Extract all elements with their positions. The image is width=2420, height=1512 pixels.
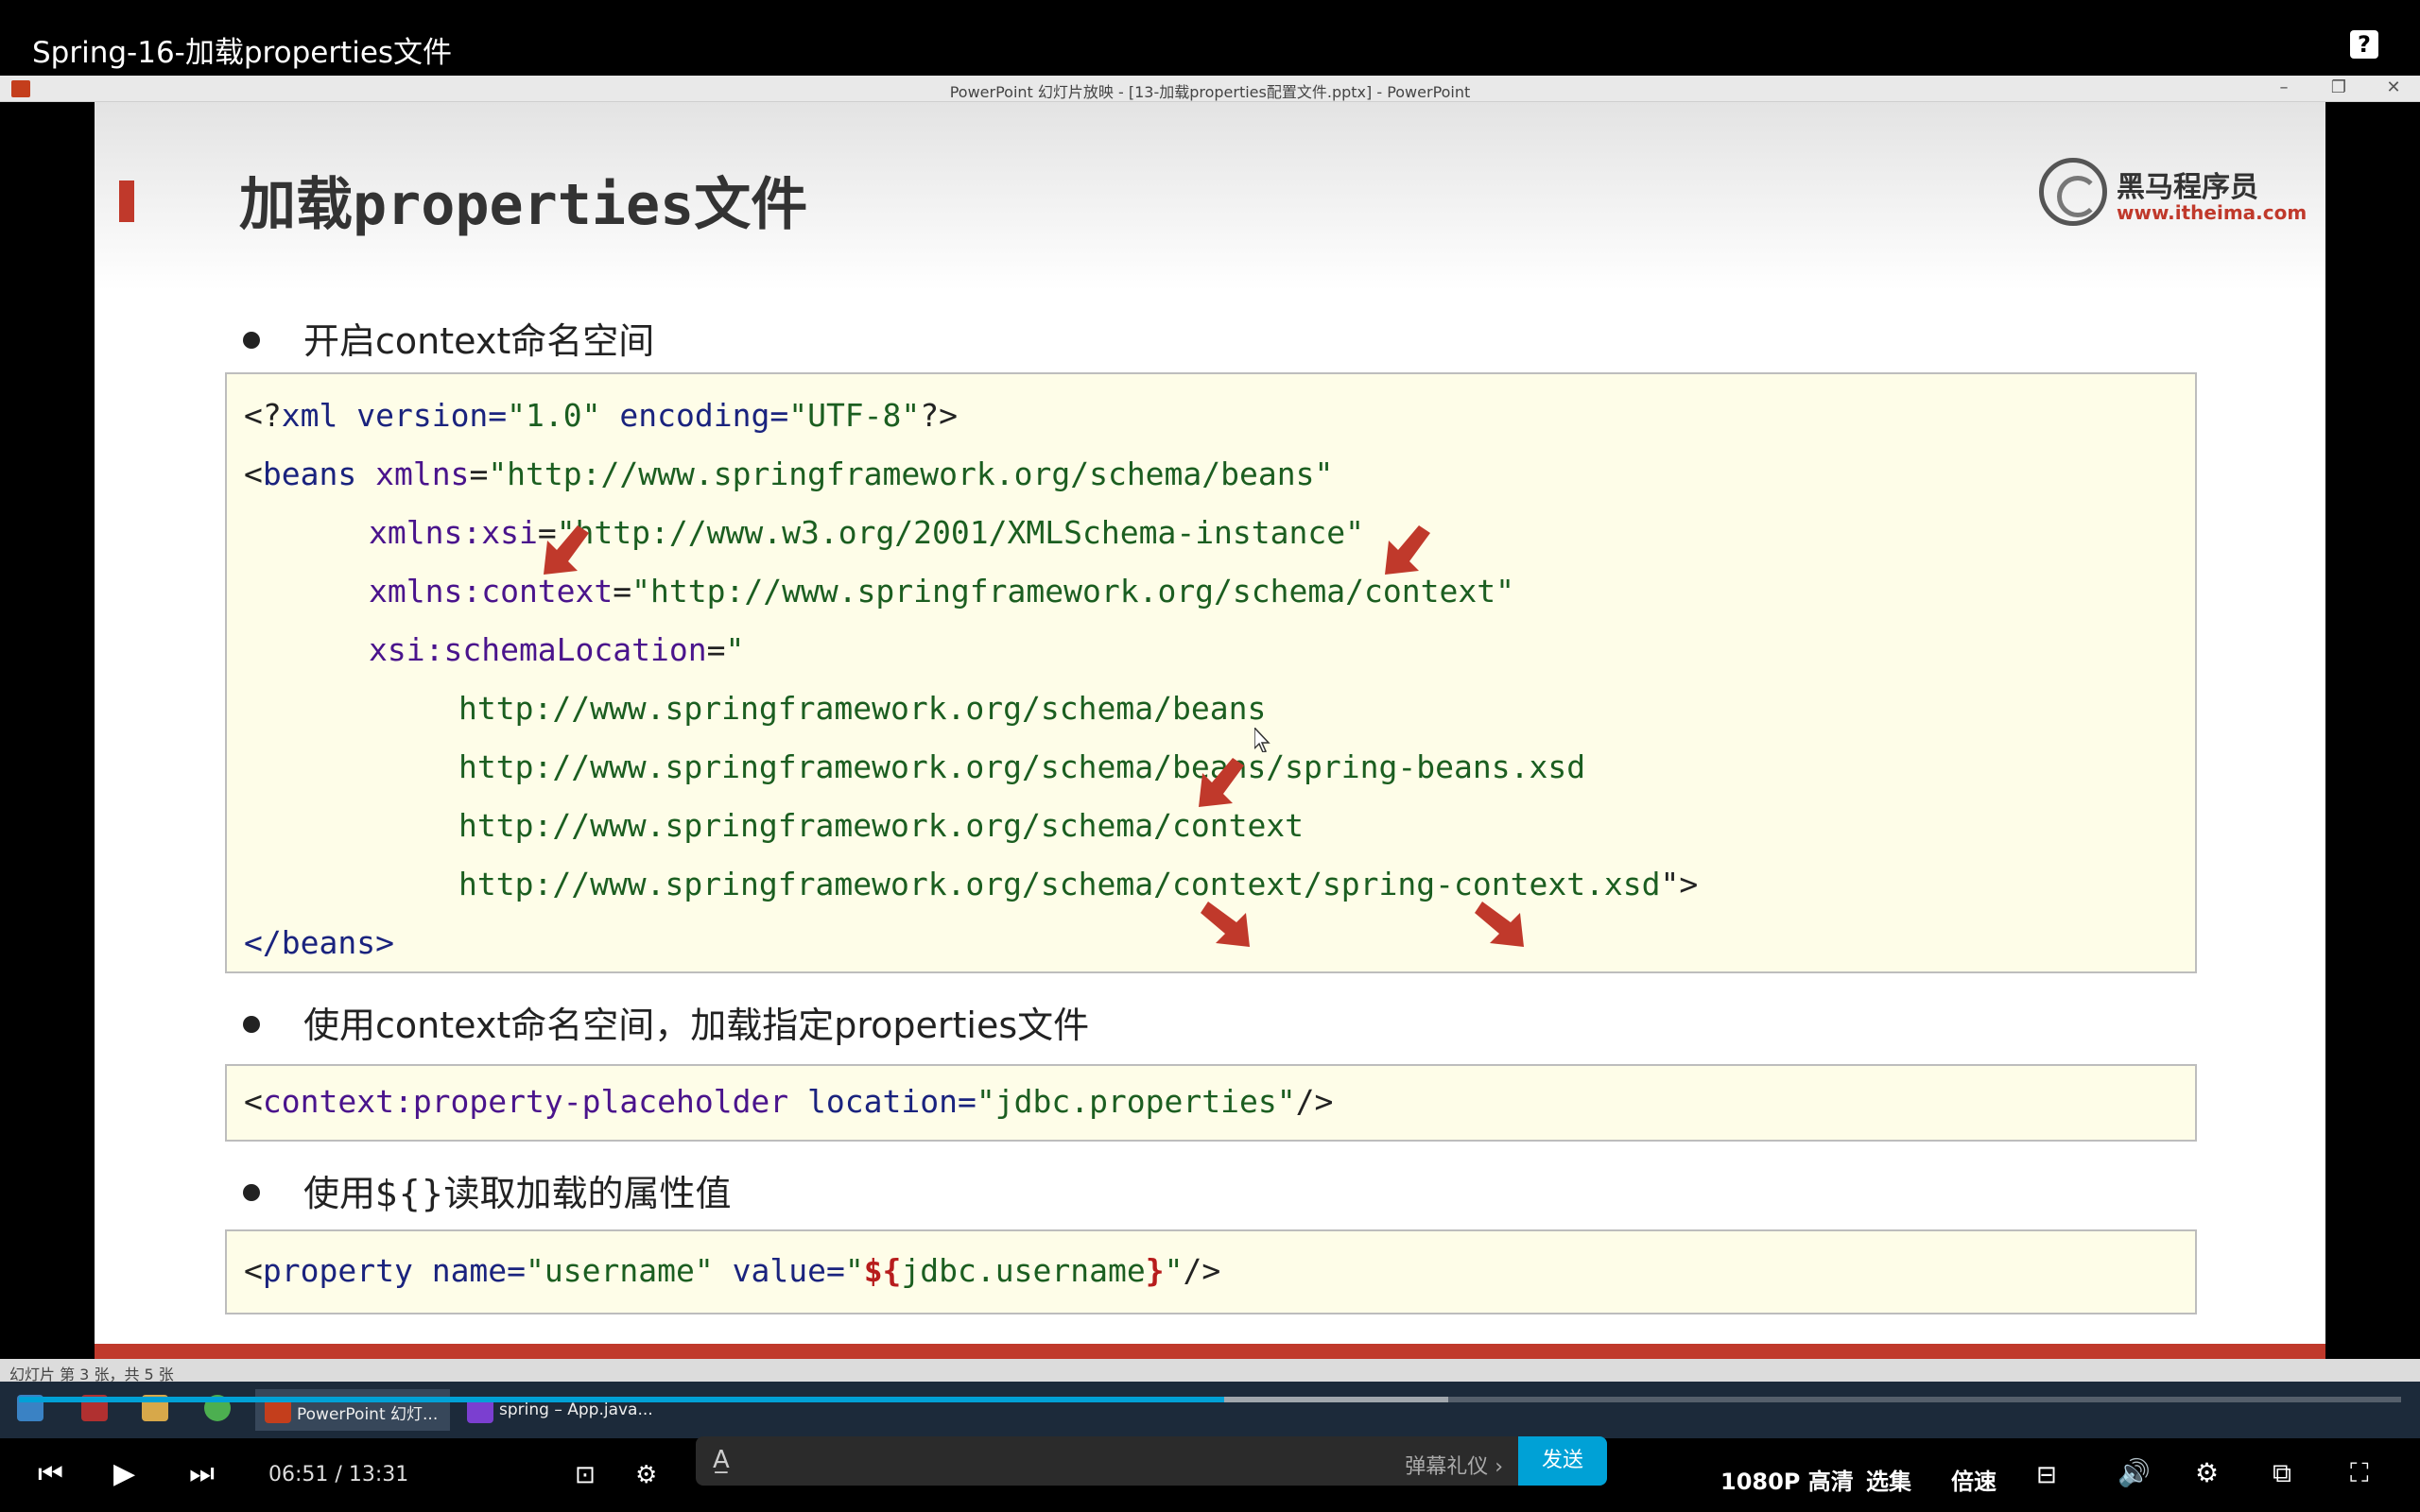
taskbar-powerpoint[interactable]: PowerPoint 幻灯... <box>255 1389 450 1431</box>
speed-button[interactable]: 倍速 <box>1951 1463 1996 1496</box>
mouse-cursor-icon <box>1254 728 1270 752</box>
progress-played <box>19 1397 1225 1402</box>
bullet-dot-icon <box>243 1183 260 1201</box>
code-line-1: <?xml version="1.0" encoding="UTF-8"?> <box>244 397 959 434</box>
episodes-button[interactable]: 选集 <box>1866 1463 1911 1496</box>
code-block-placeholder: <context:property-placeholder location="… <box>225 1064 2197 1142</box>
code-line-7: http://www.springframework.org/schema/be… <box>458 748 1586 785</box>
close-button[interactable]: ✕ <box>2375 77 2412 98</box>
bullet-text: 使用${}读取加载的属性值 <box>303 1173 732 1214</box>
horse-logo-icon <box>2039 158 2107 226</box>
bullet-load-properties: 使用context命名空间，加载指定properties文件 <box>243 996 1089 1048</box>
bullet-open-context-namespace: 开启context命名空间 <box>243 312 654 364</box>
taskbar-label: PowerPoint 幻灯... <box>297 1405 439 1424</box>
danmaku-settings-icon[interactable]: ⚙ <box>635 1461 657 1489</box>
minimize-button[interactable]: – <box>2265 77 2303 98</box>
code-line-4: xmlns:context="http://www.springframewor… <box>369 573 1514 610</box>
video-title-bar: Spring-16-加载properties文件 ? <box>0 0 2420 76</box>
bullet-text: 使用context命名空间，加载指定properties文件 <box>303 1005 1090 1046</box>
annotation-arrow-icon <box>1201 902 1250 947</box>
logo-url: www.itheima.com <box>2117 201 2308 224</box>
code-block-property: <property name="username" value="${jdbc.… <box>225 1229 2197 1314</box>
annotation-arrow-icon <box>1199 758 1244 807</box>
subtitle-icon[interactable]: ⊟ <box>2036 1461 2057 1489</box>
taskbar-intellij[interactable]: spring – App.java... <box>458 1389 656 1431</box>
slide-footer-stripe <box>95 1344 2325 1359</box>
time-display: 06:51 / 13:31 <box>268 1463 409 1486</box>
code-line-property: <property name="username" value="${jdbc.… <box>244 1252 1221 1289</box>
slide: 加载properties文件 黑马程序员 www.itheima.com 开启c… <box>95 102 2325 1359</box>
powerpoint-title-bar: PowerPoint 幻灯片放映 - [13-加载properties配置文件.… <box>0 76 2420 102</box>
title-accent-bar <box>119 180 134 222</box>
help-icon[interactable]: ? <box>2350 30 2378 59</box>
danmaku-etiquette-link[interactable]: 弹幕礼仪 › <box>1405 1450 1503 1480</box>
annotation-arrow-icon <box>1385 525 1430 575</box>
danmaku-toggle-icon[interactable]: ⊡ <box>575 1461 596 1489</box>
code-line-placeholder: <context:property-placeholder location="… <box>244 1083 1334 1120</box>
code-line-5: xsi:schemaLocation=" <box>369 631 745 668</box>
quality-button[interactable]: 1080P 高清 <box>1720 1463 1854 1496</box>
powerpoint-status-bar: 幻灯片 第 3 张，共 5 张 <box>0 1359 2420 1383</box>
volume-icon[interactable]: 🔊 <box>2118 1457 2151 1488</box>
danmaku-input-bar[interactable]: A̲ 弹幕礼仪 › 发送 <box>696 1436 1607 1486</box>
itheima-logo: 黑马程序员 www.itheima.com <box>2039 154 2307 230</box>
code-line-6: http://www.springframework.org/schema/be… <box>458 690 1267 727</box>
bullet-text: 开启context命名空间 <box>303 320 655 362</box>
bullet-dot-icon <box>243 331 260 349</box>
play-icon[interactable]: ▶ <box>113 1457 135 1490</box>
slide-title: 加载properties文件 <box>239 172 808 238</box>
picture-in-picture-icon[interactable]: ⧉ <box>2273 1457 2291 1489</box>
annotation-arrow-icon <box>1475 902 1524 947</box>
bullet-read-values: 使用${}读取加载的属性值 <box>243 1164 732 1216</box>
danmaku-style-icon[interactable]: A̲ <box>713 1446 730 1474</box>
code-line-2: <beans xmlns="http://www.springframework… <box>244 455 1334 492</box>
video-title: Spring-16-加载properties文件 <box>32 36 453 70</box>
settings-icon[interactable]: ⚙ <box>2195 1457 2219 1488</box>
next-icon[interactable]: ⏭ <box>189 1457 215 1490</box>
send-button[interactable]: 发送 <box>1518 1436 1607 1486</box>
code-line-10: </beans> <box>244 924 394 961</box>
bullet-dot-icon <box>243 1015 260 1033</box>
taskbar-label: spring – App.java... <box>499 1400 653 1419</box>
code-block-xml-namespace: <?xml version="1.0" encoding="UTF-8"?> <… <box>225 372 2197 973</box>
previous-icon[interactable]: ⏮ <box>38 1457 63 1490</box>
annotation-arrow-icon <box>544 525 589 575</box>
video-progress-bar[interactable] <box>19 1397 2401 1402</box>
code-line-8: http://www.springframework.org/schema/co… <box>458 807 1305 844</box>
windows-taskbar: PowerPoint 幻灯... spring – App.java... <box>0 1382 2420 1438</box>
restore-button[interactable]: ❐ <box>2320 77 2358 98</box>
logo-text: 黑马程序员 <box>2117 171 2258 204</box>
code-line-3: xmlns:xsi="http://www.w3.org/2001/XMLSch… <box>369 514 1364 551</box>
window-title: PowerPoint 幻灯片放映 - [13-加载properties配置文件.… <box>949 83 1471 101</box>
fullscreen-icon[interactable]: ⛶ <box>2350 1457 2369 1489</box>
